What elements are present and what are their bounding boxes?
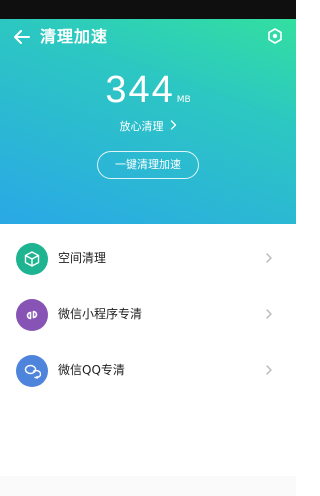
status-bar	[0, 0, 296, 19]
bottom-bar	[0, 476, 296, 496]
chat-icon	[24, 364, 41, 379]
junk-size-display: 344 MB	[0, 71, 296, 109]
list-item-space-clean[interactable]: 空间清理	[0, 230, 296, 286]
chevron-right-icon	[170, 120, 177, 134]
junk-size-value: 344	[105, 69, 175, 111]
list-item-label: 微信小程序专清	[58, 307, 143, 321]
junk-size-unit: MB	[176, 95, 191, 105]
hero-panel: 清理加速 344 MB 放心清理 一键清理加速	[0, 19, 296, 224]
cube-icon	[24, 251, 40, 267]
reassure-link[interactable]: 放心清理	[0, 120, 296, 134]
list-item-label: 微信QQ专清	[58, 363, 125, 377]
chevron-right-icon	[266, 253, 272, 263]
settings-button[interactable]	[266, 27, 284, 45]
chevron-right-icon	[266, 365, 272, 375]
space-clean-icon-badge	[16, 243, 48, 275]
reassure-text: 放心清理	[119, 120, 164, 133]
page-title: 清理加速	[40, 27, 109, 46]
back-button[interactable]	[12, 27, 32, 47]
wechat-qq-clean-icon-badge	[16, 355, 48, 387]
list-item-miniprogram-clean[interactable]: 微信小程序专清	[0, 286, 296, 342]
list-item-wechat-qq-clean[interactable]: 微信QQ专清	[0, 342, 296, 398]
settings-icon	[268, 28, 282, 44]
list-item-label: 空间清理	[58, 251, 107, 265]
miniprogram-clean-icon-badge	[16, 299, 48, 331]
link-icon	[26, 310, 38, 320]
chevron-right-icon	[266, 309, 272, 319]
back-arrow-icon	[14, 30, 30, 44]
one-click-clean-button[interactable]: 一键清理加速	[97, 151, 199, 179]
